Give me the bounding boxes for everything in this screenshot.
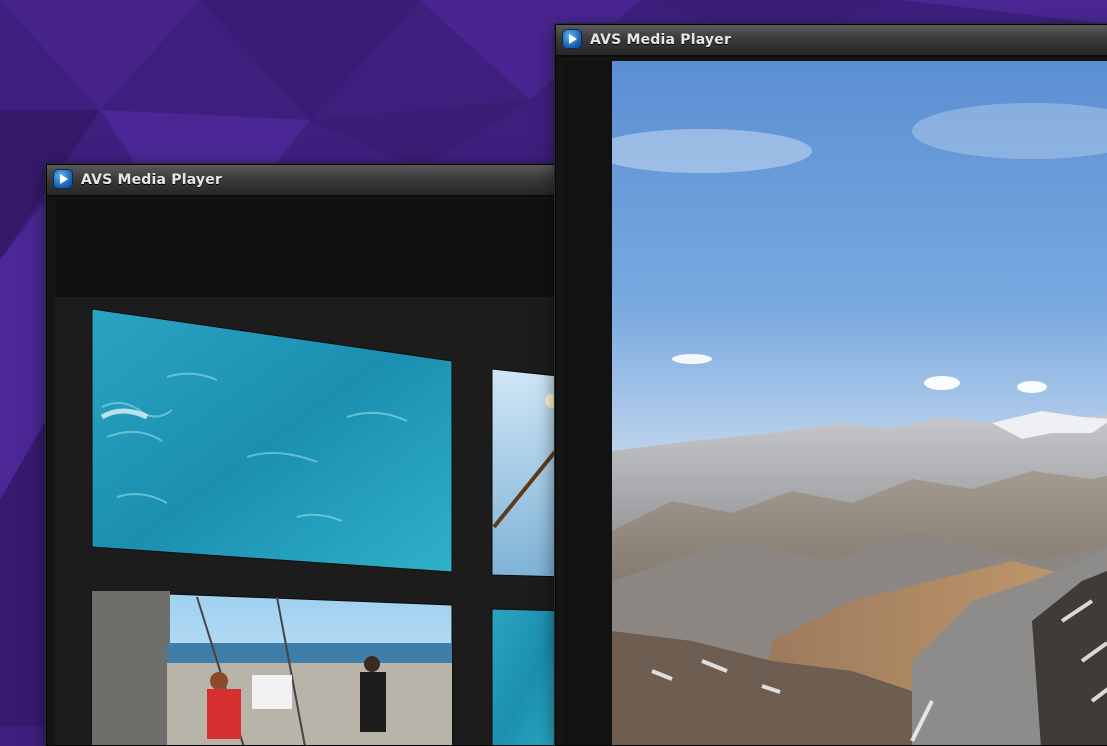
player-content — [564, 61, 1107, 745]
gallery-tile-ocean[interactable] — [91, 308, 453, 573]
media-player-window-front[interactable]: AVS Media Player — [555, 24, 1107, 746]
player-content — [55, 199, 587, 745]
title-bar[interactable]: AVS Media Player — [556, 25, 1107, 57]
gallery-tile-deck[interactable] — [91, 590, 453, 746]
window-title: AVS Media Player — [590, 32, 732, 48]
gallery-panel — [55, 297, 587, 745]
title-bar[interactable]: AVS Media Player — [47, 165, 587, 197]
video-frame[interactable] — [612, 61, 1107, 745]
window-title: AVS Media Player — [81, 172, 223, 188]
play-icon — [53, 169, 73, 189]
media-player-window-back[interactable]: AVS Media Player — [46, 164, 588, 746]
play-icon — [562, 29, 582, 49]
